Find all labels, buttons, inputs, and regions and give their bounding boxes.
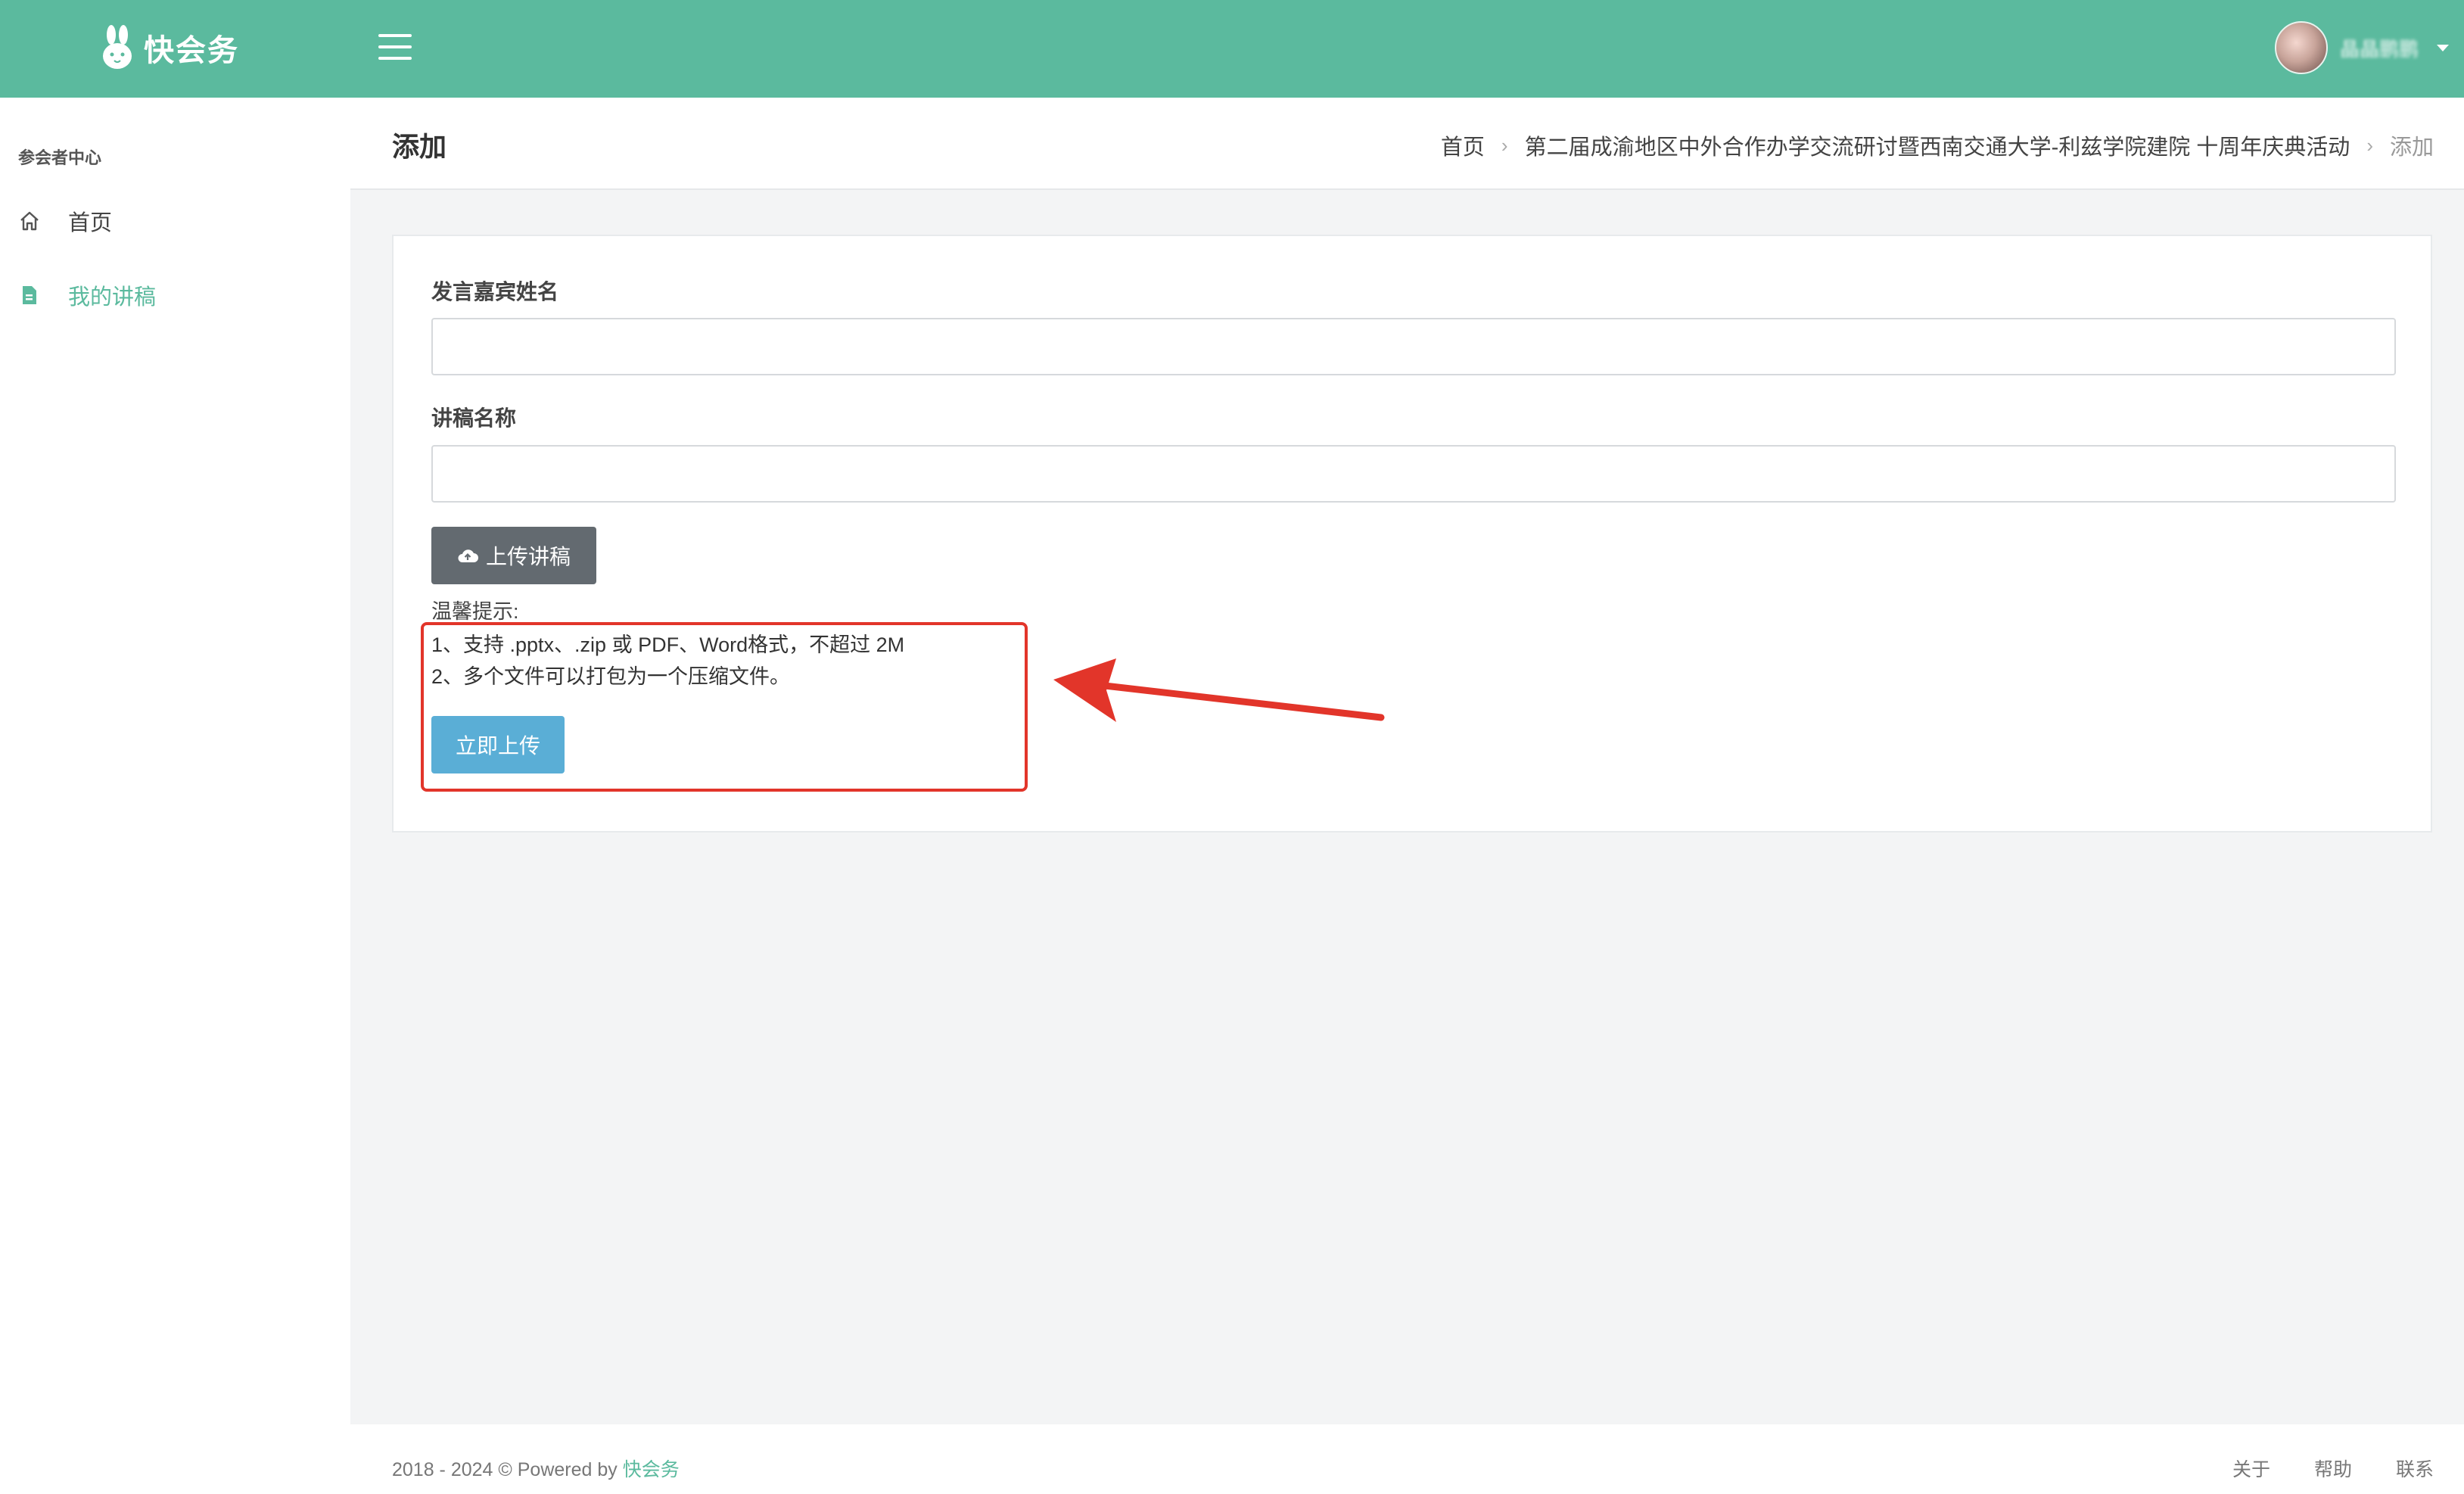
speech-title-input[interactable] — [431, 445, 2396, 503]
document-icon — [18, 284, 41, 307]
sidebar-item-label: 我的讲稿 — [68, 285, 157, 310]
tip-line: 1、支持 .pptx、.zip 或 PDF、Word格式，不超过 2M — [431, 633, 905, 656]
sidebar: 参会者中心 首页 我的讲稿 — [0, 98, 350, 1494]
speaker-name-label: 发言嘉宾姓名 — [431, 280, 559, 303]
user-menu[interactable]: 晶晶鹏鹏 — [2274, 21, 2449, 74]
logo-text: 快会务 — [144, 34, 239, 67]
upload-button-label: 上传讲稿 — [485, 545, 571, 568]
top-navbar: 快会务 晶晶鹏鹏 — [0, 0, 2464, 98]
breadcrumb-home[interactable]: 首页 — [1441, 129, 1485, 161]
hamburger-icon[interactable] — [378, 34, 412, 61]
upload-now-button[interactable]: 立即上传 — [431, 716, 565, 773]
caret-down-icon[interactable] — [2437, 44, 2449, 51]
footer-link-help[interactable]: 帮助 — [2314, 1455, 2352, 1482]
footer-brand-link[interactable]: 快会务 — [623, 1459, 680, 1480]
sidebar-item-my-speeches[interactable]: 我的讲稿 — [18, 276, 156, 314]
page-header: 添加 首页 › 第二届成渝地区中外合作办学交流研讨暨西南交通大学-利兹学院建院 … — [350, 98, 2464, 190]
upload-speech-button[interactable]: 上传讲稿 — [431, 527, 596, 584]
avatar[interactable] — [2274, 21, 2328, 74]
username[interactable]: 晶晶鹏鹏 — [2340, 34, 2419, 62]
breadcrumb-event[interactable]: 第二届成渝地区中外合作办学交流研讨暨西南交通大学-利兹学院建院 十周年庆典活动 — [1525, 129, 2350, 161]
sidebar-item-home[interactable]: 首页 — [18, 202, 112, 240]
speech-title-label: 讲稿名称 — [431, 406, 517, 430]
logo[interactable]: 快会务 — [98, 21, 239, 74]
chevron-right-icon: › — [1501, 133, 1508, 157]
form-panel: 发言嘉宾姓名 讲稿名称 上传讲稿 温馨提示: 1、支持 .pptx、.zip 或… — [392, 235, 2432, 833]
rabbit-icon — [103, 25, 132, 69]
chevron-right-icon: › — [2366, 133, 2373, 157]
copyright-text: 2018 - 2024 © Powered by — [392, 1459, 623, 1480]
tips-title: 温馨提示: — [431, 600, 519, 623]
footer-link-about[interactable]: 关于 — [2232, 1455, 2270, 1482]
footer-links: 关于 帮助 联系 — [2232, 1455, 2434, 1482]
breadcrumb-current: 添加 — [2389, 135, 2434, 160]
tip-line: 2、多个文件可以打包为一个压缩文件。 — [431, 665, 791, 688]
footer-copyright: 2018 - 2024 © Powered by 快会务 — [392, 1455, 680, 1482]
home-icon — [18, 210, 41, 232]
footer: 2018 - 2024 © Powered by 快会务 关于 帮助 联系 — [350, 1424, 2464, 1494]
speaker-name-input[interactable] — [431, 318, 2396, 375]
breadcrumb: 首页 › 第二届成渝地区中外合作办学交流研讨暨西南交通大学-利兹学院建院 十周年… — [1441, 129, 2434, 161]
cloud-upload-icon — [458, 549, 478, 562]
sidebar-item-label: 首页 — [68, 211, 113, 235]
page-title: 添加 — [392, 131, 447, 162]
sidebar-section-title: 参会者中心 — [18, 148, 102, 167]
annotation-arrow-icon — [1053, 658, 1385, 722]
footer-link-contact[interactable]: 联系 — [2396, 1455, 2434, 1482]
